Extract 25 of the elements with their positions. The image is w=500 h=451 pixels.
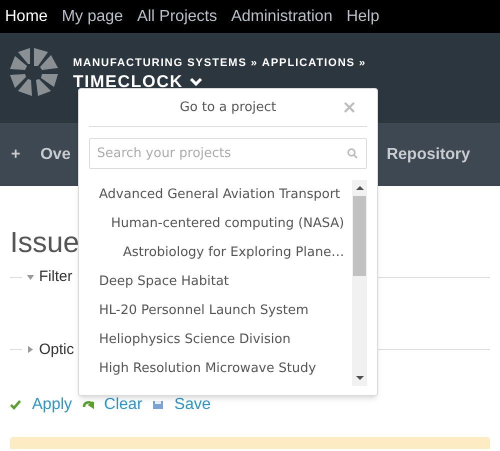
project-list-item[interactable]: Advanced General Aviation Transport bbox=[99, 180, 352, 209]
project-title: TIMECLOCK bbox=[73, 72, 184, 92]
project-list-item[interactable]: HL-20 Personnel Launch System bbox=[99, 296, 352, 325]
top-menu-link[interactable]: My page bbox=[62, 4, 124, 28]
breadcrumb-link[interactable]: APPLICATIONS bbox=[262, 55, 355, 72]
breadcrumb-separator: » bbox=[250, 56, 258, 71]
top-menu-link[interactable]: Home bbox=[5, 4, 48, 28]
project-list-item[interactable]: Human-centered computing (NASA) bbox=[99, 209, 352, 238]
main-menu-tab[interactable]: + bbox=[0, 142, 40, 166]
breadcrumb-link[interactable]: MANUFACTURING SYSTEMS bbox=[73, 55, 247, 72]
top-menu-link[interactable]: Help bbox=[346, 4, 380, 28]
top-menu-link[interactable]: Administration bbox=[231, 4, 332, 28]
project-list-item[interactable]: Heliophysics Science Division bbox=[99, 325, 352, 354]
main-menu-tab[interactable]: Ove bbox=[40, 142, 81, 166]
dropdown-title: Go to a project bbox=[180, 98, 276, 117]
top-menu-link[interactable]: All Projects bbox=[137, 4, 218, 28]
main-menu-tab[interactable]: Repository bbox=[386, 142, 470, 166]
fieldset-legend[interactable]: Optic bbox=[39, 338, 74, 361]
fieldset-legend[interactable]: Filter bbox=[39, 266, 72, 288]
project-list-item[interactable]: Astrobiology for Exploring Plane… bbox=[99, 238, 352, 267]
project-list-item[interactable]: High Resolution Microwave Study bbox=[99, 354, 352, 383]
page-title: Issue bbox=[10, 226, 80, 260]
breadcrumb-separator: » bbox=[358, 56, 366, 71]
search-field[interactable]: Search your projects bbox=[89, 138, 367, 169]
project-list-item[interactable]: Deep Space Habitat bbox=[99, 267, 352, 296]
